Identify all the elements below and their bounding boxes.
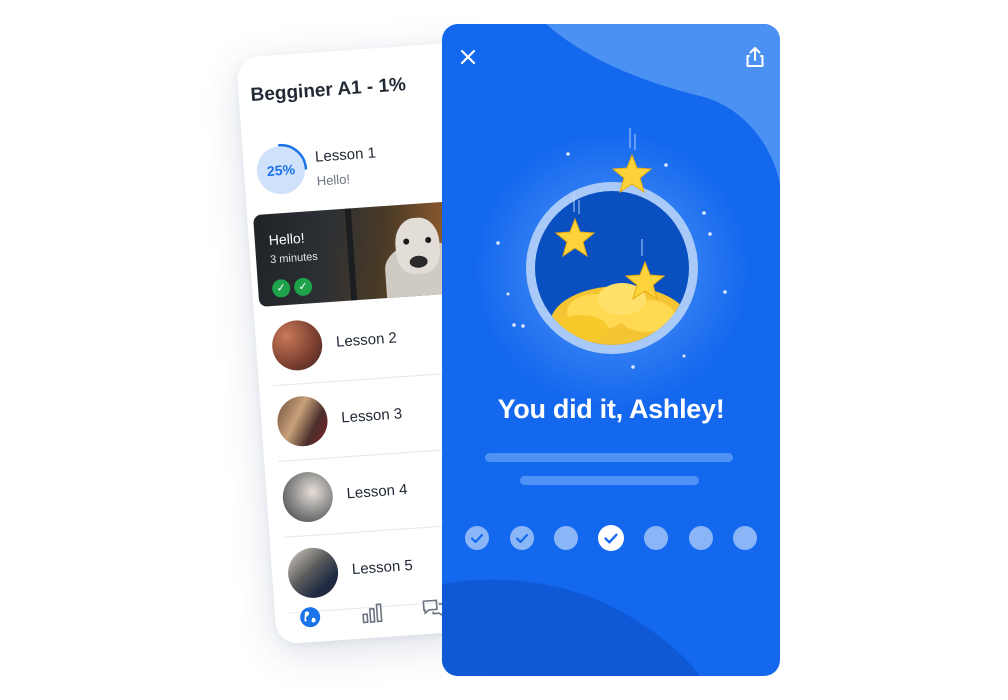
course-title: Begginer A1 - 1% — [249, 74, 407, 107]
step-indicator — [465, 526, 489, 550]
tree-trunk — [344, 208, 358, 301]
current-lesson-subtitle: Hello! — [316, 171, 351, 189]
check-icon — [604, 533, 618, 544]
achievement-illustration — [474, 128, 750, 408]
lesson-thumbnail — [270, 318, 324, 373]
video-duration: 3 minutes — [269, 250, 319, 267]
step-indicator — [688, 526, 713, 550]
step-indicator — [643, 526, 668, 550]
lesson-thumbnail — [275, 394, 330, 448]
step-indicator — [598, 525, 625, 551]
lesson-progress-ring: 25% — [252, 141, 310, 199]
step-indicator — [733, 526, 758, 550]
lesson-name: Lesson 3 — [340, 405, 403, 427]
text-placeholder-bar — [485, 453, 733, 462]
check-icon: ✓ — [293, 277, 313, 297]
video-title: Hello! — [268, 229, 306, 249]
success-panel: You did it, Ashley! — [442, 24, 780, 676]
step-indicator — [509, 526, 534, 550]
current-lesson-name[interactable]: Lesson 1 — [315, 144, 377, 165]
lesson-name: Lesson 2 — [335, 329, 398, 351]
check-icon — [470, 533, 484, 544]
globe-icon[interactable] — [296, 603, 324, 631]
check-icon: ✓ — [271, 278, 291, 299]
progress-percent: 25% — [266, 161, 296, 180]
stats-icon[interactable] — [358, 599, 386, 627]
success-title: You did it, Ashley! — [497, 394, 725, 424]
lesson-name: Lesson 4 — [346, 481, 409, 503]
check-icon — [515, 533, 528, 544]
lesson-name: Lesson 5 — [351, 556, 414, 579]
text-placeholder-bar — [520, 476, 699, 485]
lesson-thumbnail — [281, 470, 335, 524]
